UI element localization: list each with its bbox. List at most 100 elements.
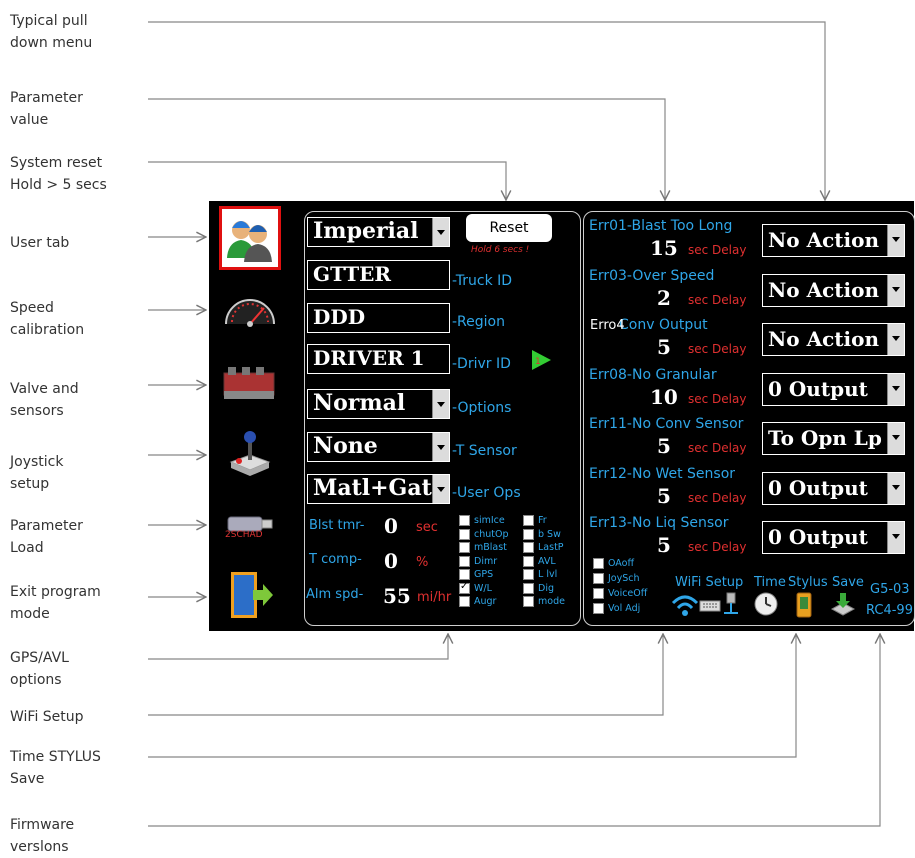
- error-delay-value[interactable]: 5: [657, 533, 671, 557]
- callout-valve: Valve and sensors: [10, 381, 79, 419]
- error-action-dropdown[interactable]: 0 Output: [762, 372, 905, 406]
- option-checkbox[interactable]: LastP: [523, 542, 564, 553]
- error-delay-value[interactable]: 10: [650, 385, 678, 409]
- stylus-label: Stylus: [788, 575, 828, 590]
- alarm-speed-value[interactable]: 55: [383, 584, 411, 608]
- checkbox-box[interactable]: [523, 555, 534, 567]
- checkbox-box[interactable]: [523, 596, 534, 607]
- options-dropdown[interactable]: Normal: [307, 389, 450, 419]
- checkbox-label: Vol Adj: [608, 603, 641, 614]
- error-action-dropdown[interactable]: 0 Output: [762, 471, 905, 505]
- tab-exit-program[interactable]: [219, 563, 281, 627]
- network-icon[interactable]: [721, 591, 743, 617]
- checkbox-box[interactable]: [459, 596, 470, 607]
- checkbox-label: Dimr: [474, 555, 498, 567]
- region-field[interactable]: DDD: [307, 303, 450, 333]
- option-checkbox[interactable]: chutOp: [459, 528, 509, 540]
- firmware-version-2: RC4-99: [866, 603, 913, 618]
- checkbox-box[interactable]: [523, 528, 534, 540]
- error-delay-unit: sec Delay: [688, 441, 747, 455]
- t-sensor-dropdown[interactable]: None: [307, 432, 450, 462]
- checkbox-label: W/L: [474, 582, 492, 594]
- error-action-value: No Action: [768, 228, 879, 252]
- error-label: Err03-Over Speed: [589, 267, 715, 284]
- error-action-dropdown[interactable]: No Action: [762, 224, 905, 257]
- error-delay-value[interactable]: 5: [657, 335, 671, 359]
- user-ops-dropdown[interactable]: Matl+Gate: [307, 474, 450, 504]
- option-checkbox[interactable]: Vol Adj: [593, 603, 640, 614]
- option-checkbox[interactable]: OAoff: [593, 558, 634, 569]
- error-action-dropdown[interactable]: No Action: [762, 323, 905, 356]
- error-delay-value[interactable]: 2: [657, 286, 671, 310]
- checkbox-label: JoySch: [608, 573, 640, 584]
- option-checkbox[interactable]: Dig: [523, 582, 554, 594]
- error-action-dropdown[interactable]: No Action: [762, 273, 905, 307]
- checkbox-box[interactable]: [523, 582, 534, 594]
- options-value: Normal: [313, 390, 406, 416]
- checkbox-box[interactable]: [593, 603, 604, 614]
- driver-id-field[interactable]: DRIVER 1: [307, 344, 450, 374]
- error-delay-value[interactable]: 5: [657, 484, 671, 508]
- tab-parameter-load[interactable]: 2SCHAD: [219, 491, 281, 555]
- error-delay-unit: sec Delay: [688, 292, 747, 307]
- option-checkbox[interactable]: JoySch: [593, 573, 640, 584]
- tab-user[interactable]: [219, 206, 281, 270]
- checkbox-box[interactable]: [459, 542, 470, 553]
- option-checkbox[interactable]: Dimr: [459, 555, 498, 567]
- units-dropdown[interactable]: Imperial: [307, 217, 450, 247]
- t-comp-unit: %: [416, 555, 429, 570]
- option-checkbox[interactable]: VoiceOff: [593, 588, 647, 599]
- checkbox-box[interactable]: [523, 569, 534, 580]
- checkbox-box[interactable]: [593, 558, 604, 569]
- checkbox-label: GPS: [474, 569, 494, 580]
- checkbox-box[interactable]: [593, 573, 604, 584]
- save-icon[interactable]: [829, 591, 857, 617]
- speedometer-icon: [225, 299, 275, 327]
- wifi-icon[interactable]: [671, 593, 699, 617]
- checkbox-label: L lvl: [538, 569, 558, 580]
- play-number: 1: [535, 357, 541, 367]
- checkbox-box[interactable]: [459, 581, 470, 594]
- joystick-icon: [229, 431, 271, 476]
- option-checkbox[interactable]: mBlast: [459, 542, 507, 553]
- tab-speed-calibration[interactable]: [219, 276, 281, 340]
- callout-wifi: WiFi Setup: [10, 709, 84, 725]
- checkbox-box[interactable]: [523, 515, 534, 526]
- t-comp-value[interactable]: 0: [384, 549, 398, 573]
- error-delay-value[interactable]: 15: [650, 236, 678, 260]
- firmware-version-1: G5-03: [870, 582, 910, 597]
- stylus-icon[interactable]: [794, 591, 814, 619]
- option-checkbox[interactable]: mode: [523, 596, 565, 607]
- tab-valve-sensors[interactable]: [219, 351, 281, 415]
- error-action-dropdown[interactable]: To Opn Lp: [762, 422, 905, 455]
- callout-param: Parameter value: [10, 90, 83, 128]
- truck-id-field[interactable]: GTTER: [307, 260, 450, 290]
- error-delay-value[interactable]: 5: [657, 434, 671, 458]
- checkbox-box[interactable]: [523, 542, 534, 553]
- checkbox-box[interactable]: [459, 569, 470, 580]
- option-checkbox[interactable]: Fr: [523, 515, 547, 526]
- checkbox-box[interactable]: [459, 528, 470, 540]
- error-action-dropdown[interactable]: 0 Output: [762, 521, 905, 554]
- clock-icon[interactable]: [753, 591, 779, 617]
- play-icon[interactable]: 1: [529, 348, 553, 372]
- t-sensor-value: None: [313, 433, 378, 459]
- option-checkbox[interactable]: AVL: [523, 555, 556, 567]
- error-label: Conv Output: [619, 317, 708, 333]
- blast-timer-value[interactable]: 0: [384, 514, 398, 538]
- option-checkbox[interactable]: Augr: [459, 596, 496, 607]
- checkbox-box[interactable]: [459, 515, 470, 526]
- reset-button[interactable]: Reset: [466, 214, 552, 242]
- callout-exit: Exit program mode: [10, 584, 101, 622]
- chevron-down-icon: [887, 274, 904, 306]
- tab-joystick[interactable]: [219, 421, 281, 485]
- option-checkbox[interactable]: b Sw: [523, 528, 561, 540]
- option-checkbox[interactable]: L lvl: [523, 569, 557, 580]
- option-checkbox[interactable]: GPS: [459, 569, 493, 580]
- option-checkbox[interactable]: simIce: [459, 515, 505, 526]
- keyboard-icon[interactable]: [699, 599, 721, 613]
- option-checkbox[interactable]: W/L: [459, 581, 492, 594]
- driver-id-label: -Drivr ID: [452, 356, 511, 372]
- checkbox-box[interactable]: [593, 588, 604, 599]
- checkbox-box[interactable]: [459, 555, 470, 567]
